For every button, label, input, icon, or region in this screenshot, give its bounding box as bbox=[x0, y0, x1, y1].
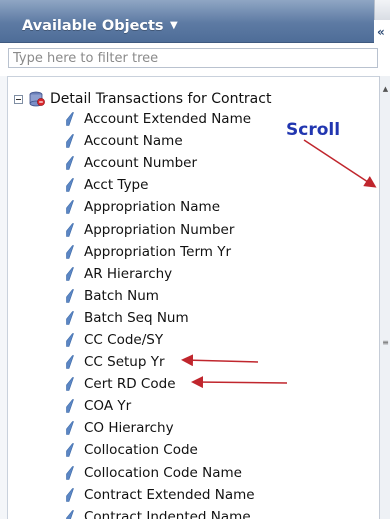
tree-item[interactable]: Batch Seq Num bbox=[66, 307, 255, 329]
tree-root-label[interactable]: Detail Transactions for Contract bbox=[50, 91, 271, 107]
minus-box-icon[interactable] bbox=[14, 94, 23, 104]
tree-item-label[interactable]: COA Yr bbox=[84, 398, 131, 414]
panel-title[interactable]: Available Objects bbox=[22, 18, 164, 34]
dimension-icon bbox=[66, 222, 74, 237]
tree-item-label[interactable]: Account Number bbox=[84, 155, 197, 171]
panel-left-edge bbox=[0, 76, 7, 519]
tree-item-label[interactable]: Collocation Code Name bbox=[84, 465, 242, 481]
tree-item[interactable]: Batch Num bbox=[66, 285, 255, 307]
tree-item[interactable]: AR Hierarchy bbox=[66, 263, 255, 285]
tree-item-label[interactable]: Appropriation Number bbox=[84, 222, 234, 238]
tree-item[interactable]: Account Extended Name bbox=[66, 108, 255, 130]
collapse-panel-icon[interactable]: « bbox=[377, 24, 390, 40]
tree-children: Account Extended Name Account Name Account… bbox=[66, 108, 255, 519]
tree-item-label[interactable]: CC Code/SY bbox=[84, 332, 163, 348]
tree-item[interactable]: COA Yr bbox=[66, 395, 255, 417]
dimension-icon bbox=[66, 355, 74, 369]
tree-item[interactable]: Account Name bbox=[66, 130, 255, 152]
dimension-icon bbox=[66, 443, 74, 458]
vertical-scrollbar[interactable]: ▲ ≡ bbox=[379, 76, 390, 519]
scroll-up-arrow-icon[interactable]: ▲ bbox=[380, 84, 390, 94]
tree-item-label[interactable]: Contract Indented Name bbox=[84, 509, 251, 519]
tree-item-label[interactable]: Contract Extended Name bbox=[84, 487, 255, 503]
dimension-icon bbox=[66, 311, 74, 325]
tree-item-label[interactable]: Appropriation Name bbox=[84, 199, 220, 215]
dimension-icon bbox=[66, 134, 74, 148]
dimension-icon bbox=[66, 112, 74, 126]
dimension-icon bbox=[66, 377, 74, 391]
tree-item[interactable]: Appropriation Name bbox=[66, 196, 255, 218]
dimension-icon bbox=[66, 421, 74, 436]
tree-item[interactable]: Contract Indented Name bbox=[66, 506, 255, 519]
dropdown-caret-icon[interactable]: ▼ bbox=[170, 20, 178, 31]
dimension-icon bbox=[66, 465, 74, 480]
dimension-icon bbox=[66, 266, 74, 281]
annotation-scroll-label: Scroll bbox=[286, 120, 341, 140]
dimension-icon bbox=[66, 509, 74, 519]
tree-item-label[interactable]: Batch Seq Num bbox=[84, 310, 189, 326]
tree-root-node[interactable]: Detail Transactions for Contract bbox=[14, 90, 271, 108]
tree-item-label[interactable]: CC Setup Yr bbox=[84, 354, 165, 370]
tree-item-label[interactable]: CO Hierarchy bbox=[84, 420, 174, 436]
dimension-icon bbox=[66, 288, 74, 303]
header-corner bbox=[374, 0, 390, 20]
tree-item-label[interactable]: Acct Type bbox=[84, 177, 148, 193]
tree-item[interactable]: Account Number bbox=[66, 152, 255, 174]
dimension-icon bbox=[66, 487, 74, 502]
tree-item-label[interactable]: Collocation Code bbox=[84, 442, 198, 458]
tree-item[interactable]: CO Hierarchy bbox=[66, 417, 255, 439]
dimension-icon bbox=[66, 156, 74, 171]
tree-item[interactable]: Appropriation Term Yr bbox=[66, 241, 255, 263]
tree-item[interactable]: Collocation Code Name bbox=[66, 462, 255, 484]
tree-item[interactable]: Acct Type bbox=[66, 174, 255, 196]
panel-header[interactable]: Available Objects ▼ bbox=[0, 0, 374, 43]
tree-item-label[interactable]: AR Hierarchy bbox=[84, 266, 172, 282]
tree-item[interactable]: Contract Extended Name bbox=[66, 484, 255, 506]
tree-item[interactable]: Appropriation Number bbox=[66, 218, 255, 240]
dimension-icon bbox=[66, 333, 74, 347]
scroll-thumb-grip-icon[interactable]: ≡ bbox=[381, 338, 390, 348]
database-icon bbox=[29, 91, 45, 107]
dimension-icon bbox=[66, 244, 74, 259]
tree-item[interactable]: Cert RD Code bbox=[66, 373, 255, 395]
filter-tree-input[interactable] bbox=[8, 48, 378, 68]
tree-item-label[interactable]: Appropriation Term Yr bbox=[84, 244, 231, 260]
tree-item[interactable]: CC Setup Yr bbox=[66, 351, 255, 373]
tree-item-label[interactable]: Account Extended Name bbox=[84, 111, 251, 127]
tree-item-label[interactable]: Batch Num bbox=[84, 288, 159, 304]
tree-item-label[interactable]: Cert RD Code bbox=[84, 376, 176, 392]
tree-item[interactable]: Collocation Code bbox=[66, 439, 255, 461]
dimension-icon bbox=[66, 399, 74, 414]
tree-item-label[interactable]: Account Name bbox=[84, 133, 183, 149]
available-objects-panel: Available Objects ▼ « Detail Transaction… bbox=[0, 0, 390, 519]
dimension-icon bbox=[66, 200, 74, 215]
tree-item[interactable]: CC Code/SY bbox=[66, 329, 255, 351]
dimension-icon bbox=[66, 178, 74, 193]
